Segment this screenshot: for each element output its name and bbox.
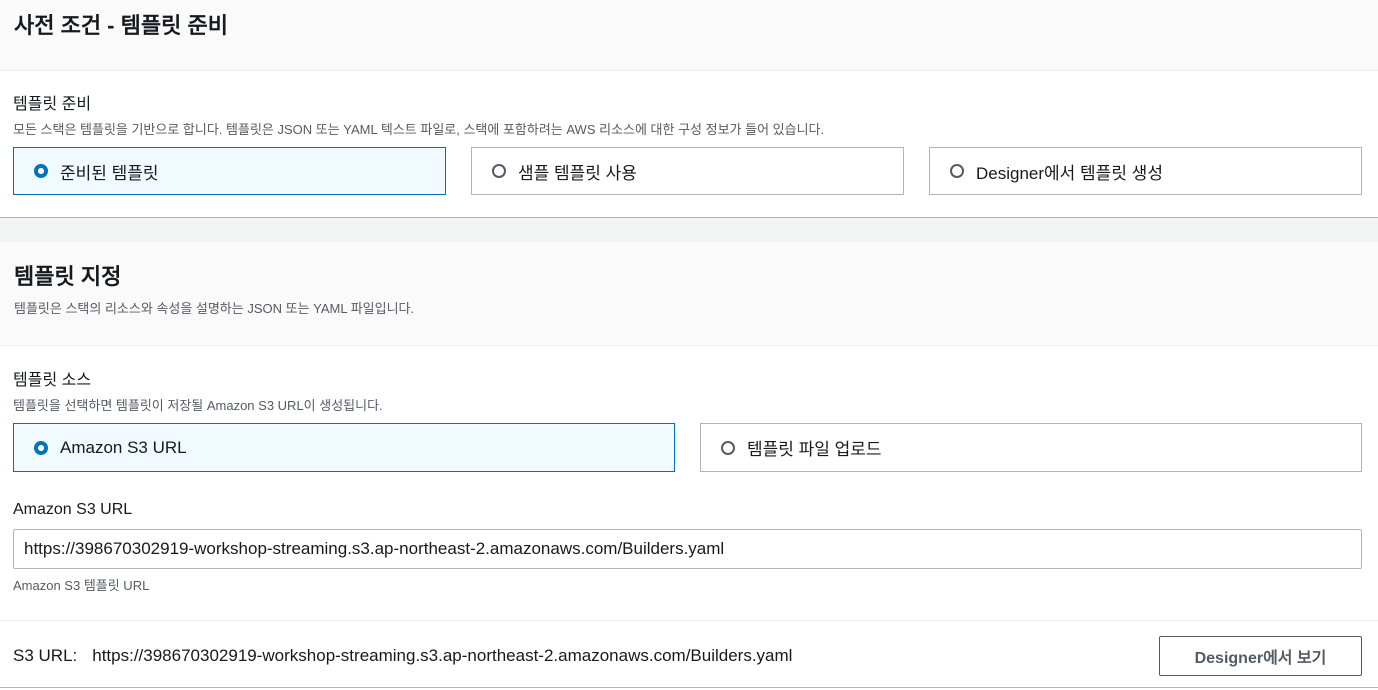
option-label: Designer에서 템플릿 생성 <box>976 163 1163 183</box>
s3-url-footer: S3 URL: https://398670302919-workshop-st… <box>0 620 1378 690</box>
option-ready-template[interactable]: 준비된 템플릿 <box>13 147 446 195</box>
specify-template-title: 템플릿 지정 <box>14 264 122 289</box>
panel-gap <box>0 218 1378 242</box>
prepare-template-label: 템플릿 준비 <box>13 96 92 113</box>
specify-template-panel: 템플릿 지정 템플릿은 스택의 리소스와 속성을 설명하는 JSON 또는 YA… <box>0 242 1378 688</box>
s3-url-label: Amazon S3 URL <box>13 501 133 518</box>
option-label: Amazon S3 URL <box>60 437 187 457</box>
option-label: 준비된 템플릿 <box>60 163 159 183</box>
option-amazon-s3-url[interactable]: Amazon S3 URL <box>13 423 675 472</box>
radio-unselected-icon <box>950 164 964 178</box>
specify-template-desc: 템플릿은 스택의 리소스와 속성을 설명하는 JSON 또는 YAML 파일입니… <box>14 301 415 317</box>
option-sample-template[interactable]: 샘플 템플릿 사용 <box>471 147 904 195</box>
s3-url-hint: Amazon S3 템플릿 URL <box>13 578 150 593</box>
template-source-label: 템플릿 소스 <box>13 372 92 389</box>
prerequisite-header: 사전 조건 - 템플릿 준비 <box>0 0 1378 71</box>
option-upload-template-file[interactable]: 템플릿 파일 업로드 <box>700 423 1362 472</box>
template-source-field: 템플릿 소스 템플릿을 선택하면 템플릿이 저장될 Amazon S3 URL이… <box>0 346 1378 472</box>
option-designer-template[interactable]: Designer에서 템플릿 생성 <box>929 147 1362 195</box>
prepare-template-desc: 모든 스택은 템플릿을 기반으로 합니다. 템플릿은 JSON 또는 YAML … <box>13 122 825 137</box>
option-label: 템플릿 파일 업로드 <box>747 440 882 459</box>
template-source-options: Amazon S3 URL 템플릿 파일 업로드 <box>13 423 1362 472</box>
template-source-desc: 템플릿을 선택하면 템플릿이 저장될 Amazon S3 URL이 생성됩니다. <box>13 398 383 413</box>
radio-selected-icon <box>34 440 48 455</box>
specify-template-header: 템플릿 지정 템플릿은 스택의 리소스와 속성을 설명하는 JSON 또는 YA… <box>0 242 1378 346</box>
radio-unselected-icon <box>721 440 735 455</box>
prepare-template-field: 템플릿 준비 모든 스택은 템플릿을 기반으로 합니다. 템플릿은 JSON 또… <box>0 71 1378 195</box>
prerequisite-panel: 사전 조건 - 템플릿 준비 템플릿 준비 모든 스택은 템플릿을 기반으로 합… <box>0 0 1378 218</box>
s3-url-footer-label: S3 URL: <box>13 645 78 665</box>
s3-url-input[interactable] <box>13 529 1362 569</box>
prerequisite-title: 사전 조건 - 템플릿 준비 <box>14 13 228 38</box>
radio-unselected-icon <box>492 164 506 178</box>
view-in-designer-button[interactable]: Designer에서 보기 <box>1159 636 1362 676</box>
s3-url-footer-value: https://398670302919-workshop-streaming.… <box>92 645 793 665</box>
option-label: 샘플 템플릿 사용 <box>518 163 637 183</box>
prepare-template-options: 준비된 템플릿 샘플 템플릿 사용 Designer에서 템플릿 생성 <box>13 147 1362 195</box>
radio-selected-icon <box>34 164 48 178</box>
s3-url-field: Amazon S3 URL Amazon S3 템플릿 URL <box>0 472 1378 594</box>
